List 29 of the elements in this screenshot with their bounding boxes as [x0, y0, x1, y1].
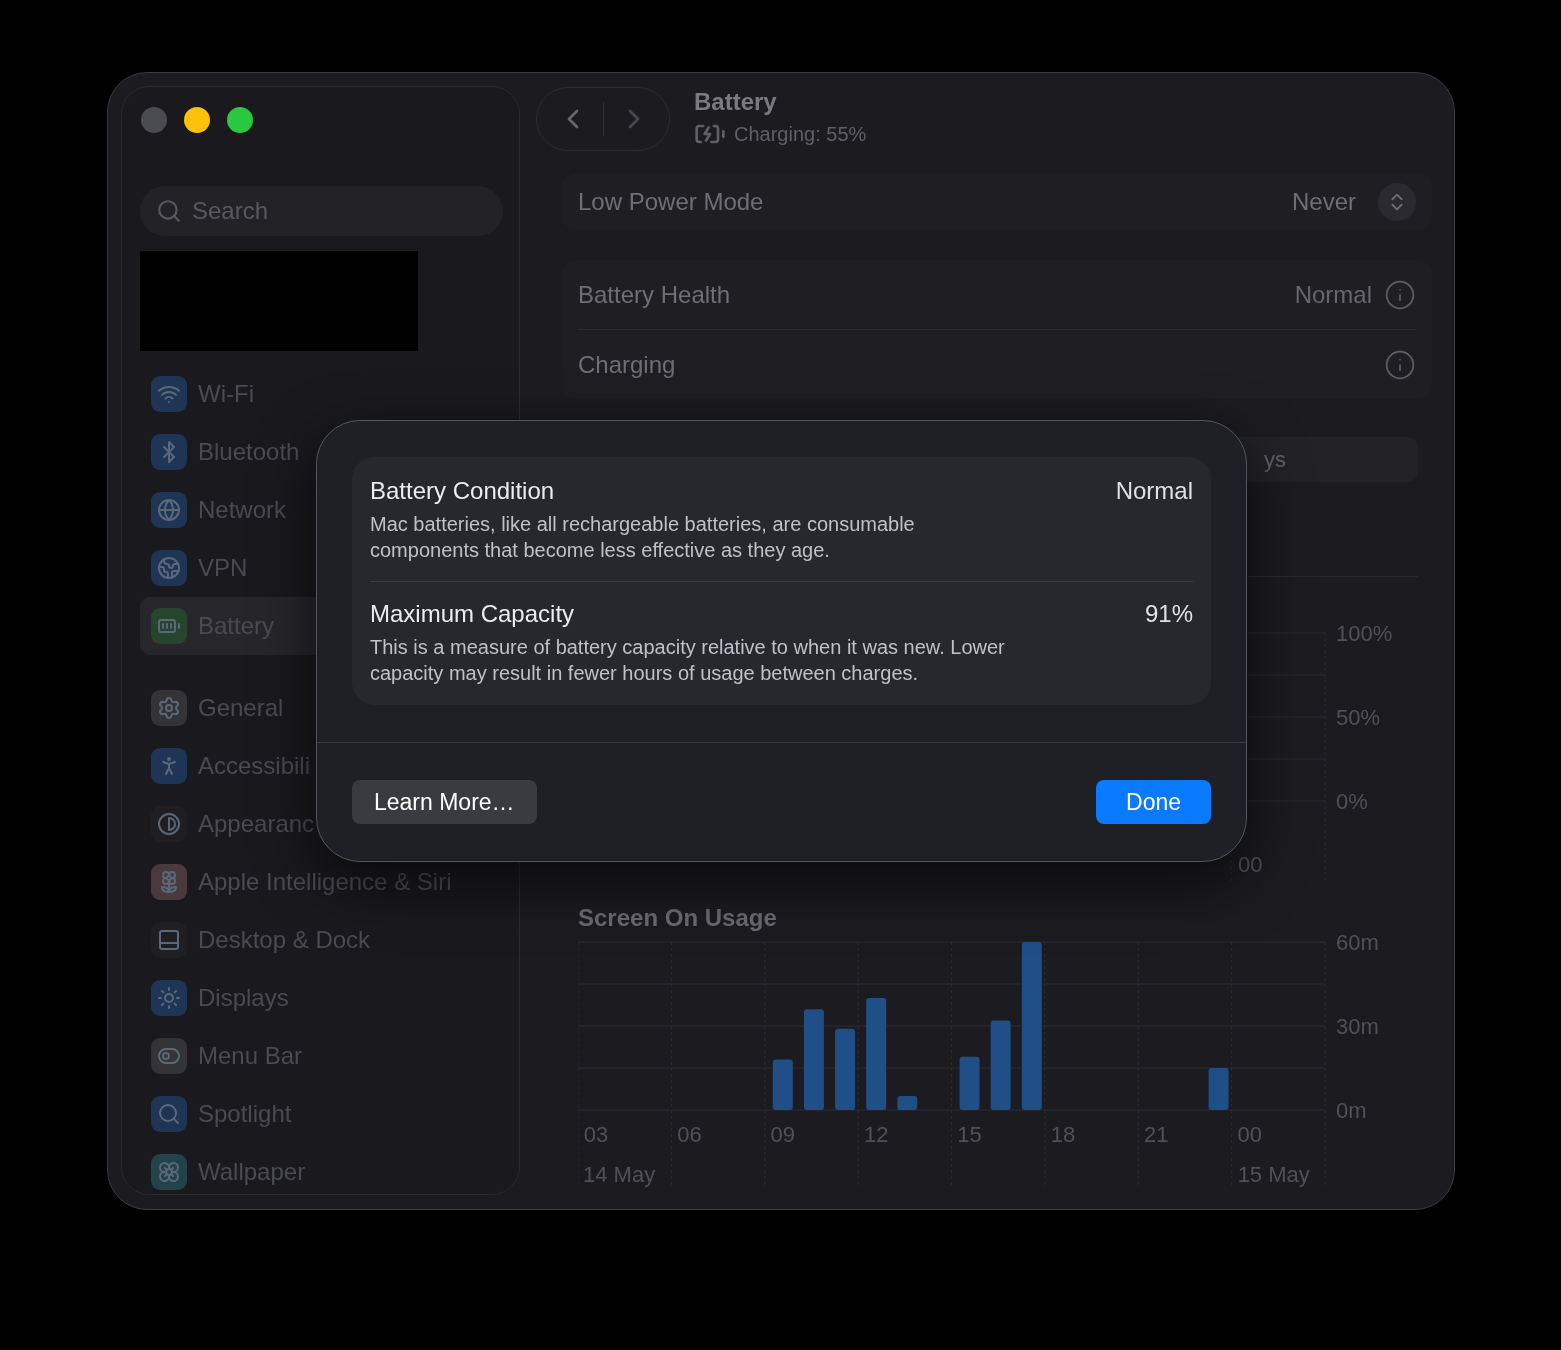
dialog-item-value: Normal: [1115, 477, 1193, 505]
setting-label: Low Power Mode: [578, 187, 765, 216]
axis-label: 06: [677, 1122, 702, 1147]
axis-label: 0m: [1336, 1098, 1367, 1123]
setting-label: Battery Health: [578, 280, 732, 309]
axis-label: 03: [583, 1122, 609, 1147]
dialog-item-description: Mac batteries, like all rechargeable batteries, are consumable components that become less effective as they age.: [370, 512, 916, 563]
date-label: 14 May: [583, 1162, 656, 1187]
axis-label: 21: [1144, 1122, 1169, 1147]
chart-title: Screen On Usage: [578, 904, 778, 932]
axis-label: 60m: [1336, 930, 1379, 955]
dialog-item-description: This is a measure of battery capacity relative to when it was new. Lower capacity may result in fewer hours of usage between charges.: [370, 635, 1006, 686]
axis-label: 15: [957, 1122, 982, 1147]
axis-label: 00: [1237, 1122, 1262, 1147]
axis-label: 09: [770, 1122, 796, 1147]
axis-label: 50%: [1336, 705, 1381, 730]
axis-label: 18: [1050, 1122, 1076, 1147]
battery-status: Charging: 55%: [734, 122, 867, 146]
page-title: Battery: [694, 88, 778, 116]
dialog-item-title: Maximum Capacity: [370, 600, 575, 628]
setting-label: Charging: [578, 350, 677, 379]
date-label: 15 May: [1237, 1162, 1310, 1187]
axis-label: 30m: [1336, 1014, 1379, 1039]
dialog-item-title: Battery Condition: [370, 477, 555, 505]
dialog-item-value: 91%: [1144, 600, 1193, 628]
axis-label: 12: [863, 1122, 889, 1147]
setting-value: Normal: [1294, 280, 1372, 309]
axis-label: 100%: [1336, 621, 1393, 646]
axis-label: 0%: [1336, 789, 1368, 814]
